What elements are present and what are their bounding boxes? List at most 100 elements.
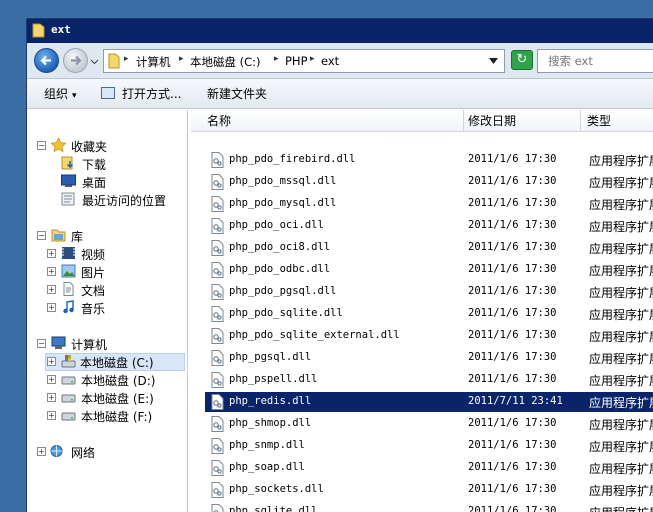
nav-libraries[interactable]: − 库	[37, 227, 177, 245]
music-icon	[63, 300, 74, 314]
breadcrumb-ext[interactable]: ext	[321, 54, 339, 68]
breadcrumb-separator[interactable]: ▸	[124, 54, 129, 64]
nav-music[interactable]: + 音乐	[47, 299, 177, 317]
table-row[interactable]: php_pdo_odbc.dll 2011/1/6 17:30 应用程序扩展	[205, 260, 653, 280]
file-type: 应用程序扩展	[589, 352, 653, 366]
breadcrumb-drive-c[interactable]: 本地磁盘 (C:)	[190, 54, 261, 70]
nav-item-label: 本地磁盘 (D:)	[81, 374, 156, 388]
table-row[interactable]: php_soap.dll 2011/1/6 17:30 应用程序扩展	[205, 458, 653, 478]
organize-label: 组织	[44, 87, 69, 101]
expand-icon[interactable]: +	[47, 411, 56, 420]
table-row[interactable]: php_pdo_mssql.dll 2011/1/6 17:30 应用程序扩展	[205, 172, 653, 192]
refresh-button[interactable]: ↻	[511, 50, 533, 70]
table-row[interactable]: php_snmp.dll 2011/1/6 17:30 应用程序扩展	[205, 436, 653, 456]
file-date: 2011/1/6 17:30	[468, 175, 557, 187]
file-type: 应用程序扩展	[589, 176, 653, 190]
chevron-down-icon[interactable]	[489, 58, 498, 64]
table-row[interactable]: php_pdo_sqlite.dll 2011/1/6 17:30 应用程序扩展	[205, 304, 653, 324]
dll-file-icon	[211, 460, 224, 476]
collapse-icon[interactable]: −	[37, 339, 46, 348]
expand-icon[interactable]: +	[47, 249, 56, 258]
dll-file-icon	[211, 240, 224, 256]
column-header-name[interactable]: 名称	[191, 110, 464, 132]
folder-icon	[32, 23, 45, 38]
breadcrumb-php[interactable]: PHP	[285, 54, 308, 68]
nav-drive-f[interactable]: + 本地磁盘 (F:)	[47, 407, 177, 425]
nav-videos[interactable]: + 视频	[47, 245, 177, 263]
title-bar[interactable]: ext	[27, 19, 653, 43]
table-row[interactable]: php_sqlite.dll 2011/1/6 17:30 应用程序扩展	[205, 502, 653, 512]
nav-item-label: 本地磁盘 (C:)	[80, 356, 154, 370]
dll-file-icon	[211, 284, 224, 300]
expand-icon[interactable]: +	[47, 393, 56, 402]
expand-icon[interactable]: +	[37, 447, 46, 456]
nav-computer[interactable]: − 计算机	[37, 335, 177, 353]
address-field[interactable]: ▸ 计算机 ▸ 本地磁盘 (C:) ▸ PHP ▸ ext	[103, 49, 505, 73]
table-row[interactable]: php_pdo_mysql.dll 2011/1/6 17:30 应用程序扩展	[205, 194, 653, 214]
star-icon	[51, 138, 66, 152]
computer-icon	[51, 336, 66, 349]
table-row[interactable]: php_pdo_oci8.dll 2011/1/6 17:30 应用程序扩展	[205, 238, 653, 258]
expand-icon[interactable]: +	[47, 357, 56, 366]
expand-icon[interactable]: +	[47, 285, 56, 294]
breadcrumb-separator[interactable]: ▸	[274, 54, 279, 64]
column-header-type[interactable]: 类型	[581, 110, 653, 132]
nav-desktop[interactable]: 桌面	[61, 173, 181, 191]
open-with-icon	[101, 87, 115, 99]
open-with-button[interactable]: 打开方式...	[122, 85, 181, 102]
nav-drive-e[interactable]: + 本地磁盘 (E:)	[47, 389, 177, 407]
breadcrumb-computer[interactable]: 计算机	[136, 54, 171, 70]
back-button[interactable]	[34, 48, 59, 73]
file-date: 2011/1/6 17:30	[468, 285, 557, 297]
file-type: 应用程序扩展	[589, 396, 653, 410]
file-name: php_pgsql.dll	[229, 351, 312, 363]
breadcrumb-separator[interactable]: ▸	[179, 54, 184, 64]
nav-drive-d[interactable]: + 本地磁盘 (D:)	[47, 371, 177, 389]
expand-icon[interactable]: +	[47, 303, 56, 312]
nav-documents[interactable]: + 文档	[47, 281, 177, 299]
arrow-right-icon	[71, 55, 82, 66]
collapse-icon[interactable]: −	[37, 141, 46, 150]
table-row[interactable]: php_redis.dll 2011/7/11 23:41 应用程序扩展	[205, 392, 653, 412]
nav-downloads[interactable]: 下载	[61, 155, 181, 173]
new-folder-button[interactable]: 新建文件夹	[207, 85, 267, 102]
file-name: php_shmop.dll	[229, 417, 312, 429]
table-row[interactable]: php_pgsql.dll 2011/1/6 17:30 应用程序扩展	[205, 348, 653, 368]
column-header-modified[interactable]: 修改日期	[464, 110, 581, 132]
table-row[interactable]: php_shmop.dll 2011/1/6 17:30 应用程序扩展	[205, 414, 653, 434]
forward-button[interactable]	[63, 48, 88, 73]
table-row[interactable]: php_pspell.dll 2011/1/6 17:30 应用程序扩展	[205, 370, 653, 390]
window-title: ext	[51, 23, 71, 36]
nav-favorites[interactable]: − 收藏夹	[37, 137, 177, 155]
nav-recent-places[interactable]: 最近访问的位置	[61, 191, 186, 209]
search-input[interactable]	[538, 50, 648, 72]
file-date: 2011/1/6 17:30	[468, 329, 557, 341]
breadcrumb-separator[interactable]: ▸	[310, 54, 315, 64]
chevron-down-icon[interactable]	[90, 57, 99, 66]
table-row[interactable]: php_pdo_sqlite_external.dll 2011/1/6 17:3…	[205, 326, 653, 346]
expand-icon[interactable]: +	[47, 267, 56, 276]
expand-icon[interactable]: +	[47, 375, 56, 384]
nav-network[interactable]: + 网络	[37, 443, 177, 461]
dll-file-icon	[211, 218, 224, 234]
dll-file-icon	[211, 350, 224, 366]
collapse-icon[interactable]: −	[37, 231, 46, 240]
file-date: 2011/1/6 17:30	[468, 417, 557, 429]
table-row[interactable]: php_sockets.dll 2011/1/6 17:30 应用程序扩展	[205, 480, 653, 500]
file-date: 2011/1/6 17:30	[468, 241, 557, 253]
organize-button[interactable]: 组织 ▾	[44, 85, 77, 102]
nav-drive-c[interactable]: + 本地磁盘 (C:)	[45, 353, 185, 371]
file-name: php_pdo_sqlite_external.dll	[229, 329, 400, 341]
table-row[interactable]: php_pdo_pgsql.dll 2011/1/6 17:30 应用程序扩展	[205, 282, 653, 302]
explorer-window: ext ▸ 计算机 ▸ 本地磁盘 (C:) ▸ PHP ▸ ext ↻ 组织▾ …	[26, 18, 653, 512]
table-row[interactable]: php_pdo_firebird.dll 2011/1/6 17:30 应用程序扩展	[205, 150, 653, 170]
search-box[interactable]	[537, 49, 653, 73]
network-icon	[50, 445, 63, 457]
file-name: php_snmp.dll	[229, 439, 305, 451]
file-type: 应用程序扩展	[589, 286, 653, 300]
nav-item-label: 下载	[82, 158, 107, 172]
nav-pictures[interactable]: + 图片	[47, 263, 177, 281]
table-row[interactable]: php_pdo_oci.dll 2011/1/6 17:30 应用程序扩展	[205, 216, 653, 236]
file-type: 应用程序扩展	[589, 484, 653, 498]
dll-file-icon	[211, 438, 224, 454]
